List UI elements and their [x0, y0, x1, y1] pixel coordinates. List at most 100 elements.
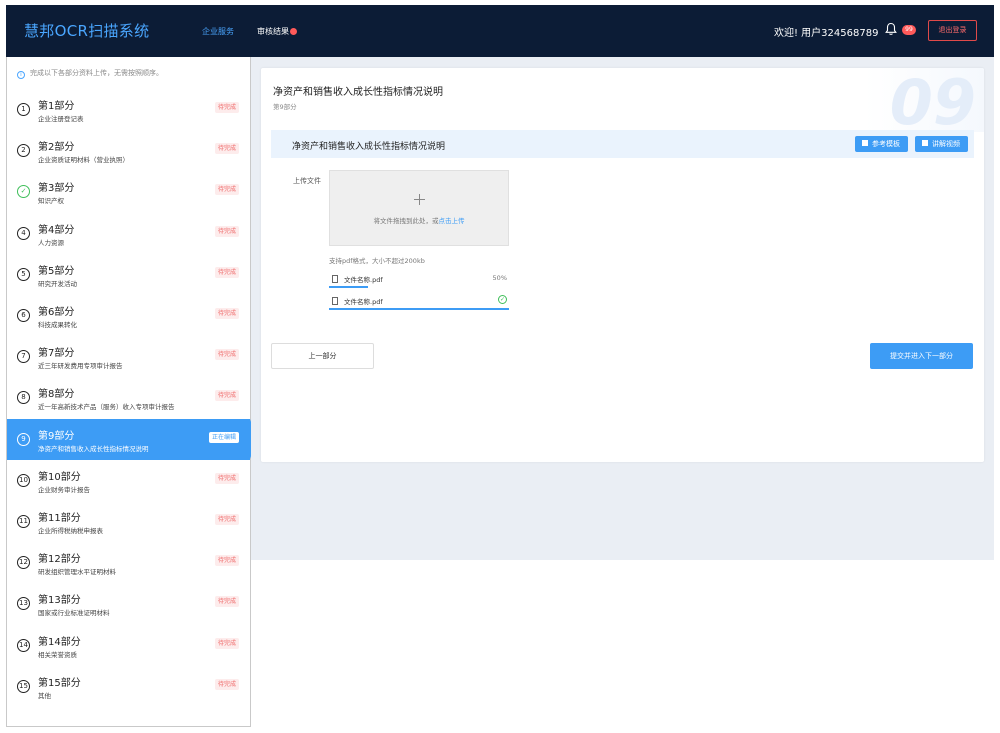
part-number-badge: 1	[17, 103, 30, 116]
sidebar-item-part-4[interactable]: 4 第4部分 人力资源 待完成	[7, 213, 250, 254]
sidebar-item-description: 研发组织管理水平证明材料	[38, 568, 116, 577]
sidebar-item-title: 第6部分	[38, 307, 75, 318]
sidebar-item-title: 第14部分	[38, 636, 81, 648]
tutorial-video-button[interactable]: 讲解视频	[915, 136, 968, 152]
nav-enterprise-services[interactable]: 企业服务	[200, 26, 250, 78]
part-number-badge: 11	[17, 515, 30, 528]
part-card: 09 净资产和销售收入成长性指标情况说明 第9部分 净资产和销售收入成长性指标情…	[261, 68, 984, 462]
sidebar-item-description: 其他	[38, 691, 51, 700]
part-number-badge: 7	[17, 350, 30, 364]
sidebar-item-description: 近一年高新技术产品（服务）收入专项审计报告	[38, 403, 175, 412]
nav-review-results[interactable]: 审核结果	[257, 26, 297, 37]
video-icon	[922, 140, 928, 146]
app-frame: 慧邦OCR扫描系统 企业服务 审核结果 欢迎! 用户324568789 99 退…	[6, 5, 994, 727]
sidebar-item-description: 企业注册登记表	[38, 115, 84, 123]
status-badge: 待完成	[214, 349, 239, 361]
sidebar-item-part-9[interactable]: 9 第9部分 净资产和销售收入成长性指标情况说明 正在编辑	[7, 418, 257, 460]
sidebar-item-part-5[interactable]: 5 第5部分 研究开发活动 待完成	[7, 254, 250, 295]
click-upload-link[interactable]: 点击上传	[439, 217, 465, 225]
dropzone-instruction: 将文件拖拽到此处，或	[373, 217, 439, 225]
status-badge: 待完成	[214, 678, 239, 690]
file-icon	[332, 275, 338, 283]
previous-part-button[interactable]: 上一部分	[271, 343, 374, 369]
part-number-badge: 8	[17, 391, 30, 405]
sidebar-item-part-11[interactable]: 11 第11部分 企业所得税纳税申报表 待完成	[7, 501, 250, 542]
part-number-badge: 13	[17, 597, 30, 611]
status-badge: 待完成	[214, 555, 239, 567]
nav-review-results-label: 审核结果	[257, 27, 289, 36]
sidebar-hint: i 完成以下各部分资料上传，无需按照顺序。	[17, 68, 163, 79]
sidebar-item-part-6[interactable]: 6 第6部分 科技成果转化 待完成	[7, 295, 250, 336]
sidebar-item-description: 企业资质证明材料（营业执照）	[38, 156, 129, 165]
info-icon: i	[17, 71, 25, 79]
sidebar-item-part-14[interactable]: 14 第14部分 相关荣誉资质 待完成	[7, 625, 250, 666]
status-badge: 待完成	[214, 596, 239, 608]
notification-badge: 99	[902, 25, 916, 35]
sidebar-item-description: 人力资源	[38, 238, 64, 247]
dropzone-text: 将文件拖拽到此处，或点击上传	[330, 215, 508, 225]
sidebar-item-part-7[interactable]: 7 第7部分近三年研发费用专项审计报告 待完成	[7, 336, 250, 377]
upload-progress-bar	[329, 308, 509, 310]
logout-button[interactable]: 退出登录	[928, 20, 977, 41]
uploaded-file-item[interactable]: 文件名称.pdf ✓	[329, 295, 509, 310]
reference-template-label: 参考模板	[872, 140, 900, 148]
welcome-user-text: 欢迎! 用户324568789	[774, 28, 879, 39]
sidebar-item-title: 第10部分	[38, 471, 81, 483]
part-number-watermark: 09	[889, 68, 976, 139]
sidebar-item-part-8[interactable]: 8 第8部分 近一年高新技术产品（服务）收入专项审计报告 待完成	[7, 377, 250, 418]
part-number-badge: 2	[17, 144, 30, 158]
uploaded-file-item[interactable]: 文件名称.pdf 50%	[329, 274, 509, 288]
sidebar-item-title: 第12部分	[38, 554, 81, 566]
sidebar-item-description: 国家或行业标准证明材料	[38, 609, 110, 618]
sidebar-item-description: 企业财务审计报告	[38, 485, 90, 494]
status-badge: 待完成	[214, 308, 239, 319]
sidebar-item-title: 第9部分	[38, 430, 75, 442]
page-subtitle: 第9部分	[273, 103, 297, 111]
status-badge: 待完成	[214, 514, 239, 525]
status-badge: 待完成	[214, 102, 239, 113]
sidebar-item-description: 近三年研发费用专项审计报告	[38, 362, 123, 371]
bell-icon[interactable]	[885, 22, 897, 36]
sidebar-item-title: 第7部分	[38, 348, 75, 360]
sidebar-item-part-1[interactable]: 1 第1部分企业注册登记表 待完成	[7, 89, 250, 130]
upload-dropzone[interactable]: 将文件拖拽到此处，或点击上传	[329, 170, 509, 246]
status-badge: 待完成	[214, 472, 239, 484]
plus-icon	[414, 194, 425, 205]
file-icon	[332, 297, 338, 305]
sidebar-item-part-15[interactable]: 15 第15部分 其他 待完成	[7, 666, 250, 707]
part-number-badge: 9	[17, 432, 30, 446]
part-number-badge: 10	[17, 473, 30, 487]
sidebar-item-title: 第13部分	[38, 595, 81, 607]
file-name: 文件名称.pdf	[344, 298, 383, 306]
sidebar-item-part-3[interactable]: ✓ 第3部分 知识产权 待完成	[7, 171, 250, 212]
sidebar-item-description: 相关荣誉资质	[38, 650, 77, 659]
sidebar-item-description: 知识产权	[38, 197, 64, 206]
check-circle-icon: ✓	[498, 295, 507, 304]
reference-template-button[interactable]: 参考模板	[855, 136, 908, 152]
section-title: 净资产和销售收入成长性指标情况说明	[292, 142, 446, 152]
sidebar-item-part-12[interactable]: 12 第12部分 研发组织管理水平证明材料 待完成	[7, 542, 250, 583]
upload-label: 上传文件	[293, 177, 321, 185]
check-circle-icon: ✓	[17, 185, 30, 199]
sidebar-item-part-10[interactable]: 10 第10部分企业财务审计报告 待完成	[7, 460, 250, 501]
sidebar-item-title: 第5部分	[38, 265, 75, 277]
upload-progress-text: 50%	[492, 274, 507, 282]
sidebar-item-title: 第1部分	[38, 101, 75, 112]
sidebar-item-title: 第2部分	[38, 142, 75, 154]
page-title: 净资产和销售收入成长性指标情况说明	[273, 87, 443, 98]
sidebar-item-title: 第11部分	[38, 513, 81, 524]
top-header: 慧邦OCR扫描系统 企业服务 审核结果 欢迎! 用户324568789 99 退…	[6, 5, 994, 78]
section-header: 净资产和销售收入成长性指标情况说明 参考模板 讲解视频	[271, 130, 974, 158]
upload-progress-bar	[329, 286, 368, 288]
nav-enterprise-services-label: 企业服务	[202, 27, 234, 36]
submit-next-part-button[interactable]: 提交并进入下一部分	[870, 343, 973, 369]
sidebar-item-description: 净资产和销售收入成长性指标情况说明	[38, 444, 149, 453]
sidebar-item-part-13[interactable]: 13 第13部分国家或行业标准证明材料 待完成	[7, 583, 250, 624]
sidebar-item-part-2[interactable]: 2 第2部分 企业资质证明材料（营业执照） 待完成	[7, 130, 250, 171]
status-badge: 待完成	[214, 225, 239, 237]
app-brand: 慧邦OCR扫描系统	[24, 22, 150, 40]
tutorial-video-label: 讲解视频	[932, 140, 960, 148]
status-badge: 待完成	[214, 390, 239, 402]
part-number-badge: 5	[17, 267, 30, 281]
status-badge: 待完成	[214, 184, 239, 196]
